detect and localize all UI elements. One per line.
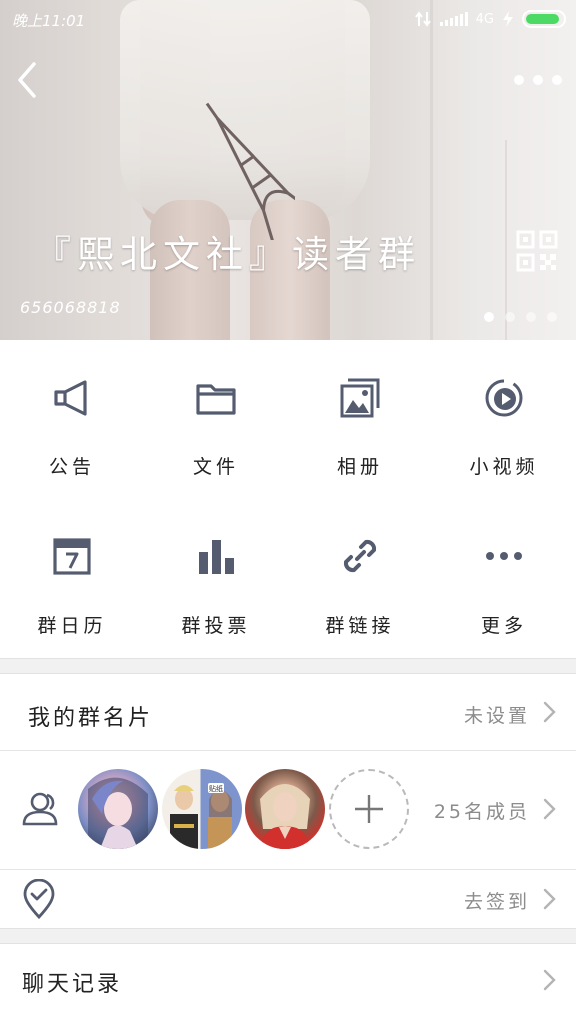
feature-group-calendar[interactable]: 群日历 <box>0 499 144 658</box>
member-avatar[interactable]: 贴纸 <box>162 769 242 849</box>
chevron-right-icon <box>543 969 556 991</box>
more-dot-icon <box>552 75 562 85</box>
status-bar: 晚上11:01 4G <box>0 0 576 40</box>
back-button[interactable] <box>10 58 50 102</box>
chevron-right-icon <box>543 888 556 910</box>
cover-overlay <box>0 0 576 340</box>
feature-label: 文件 <box>192 456 239 478</box>
member-count: 25名成员 <box>433 801 530 823</box>
carousel-dot[interactable] <box>547 312 557 322</box>
carousel-indicator[interactable] <box>484 312 557 322</box>
feature-label: 公告 <box>48 456 95 478</box>
group-cover: 晚上11:01 4G 『熙北文社』读者群 656068818 <box>0 0 576 340</box>
more-options-button[interactable] <box>514 68 562 92</box>
video-icon <box>485 379 523 417</box>
feature-grid: 公告 文件 相册 小视频 群日历 群投票 群链接 更多 <box>0 340 576 658</box>
member-avatar[interactable] <box>245 769 325 849</box>
status-icons: 4G <box>414 8 566 30</box>
group-id: 656068818 <box>20 298 121 317</box>
location-check-icon <box>23 879 55 919</box>
status-time: 晚上11:01 <box>12 12 86 30</box>
signal-icon <box>439 12 468 26</box>
group-name: 『熙北文社』读者群 <box>34 233 421 276</box>
qr-code-icon <box>516 230 558 272</box>
feature-album[interactable]: 相册 <box>288 340 432 499</box>
network-type: 4G <box>475 11 494 27</box>
feature-label: 群投票 <box>181 615 251 637</box>
check-in-row[interactable]: 去签到 <box>0 870 576 928</box>
chevron-right-icon <box>543 798 556 820</box>
feature-announcement[interactable]: 公告 <box>0 340 144 499</box>
bar-chart-icon <box>199 540 234 574</box>
row-title: 我的群名片 <box>28 706 154 731</box>
check-in-action: 去签到 <box>463 891 530 913</box>
chat-history-row[interactable]: 聊天记录 <box>0 944 576 1024</box>
chevron-left-icon <box>18 62 36 98</box>
feature-label: 更多 <box>480 615 527 637</box>
feature-label: 群日历 <box>37 615 107 637</box>
carousel-dot[interactable] <box>484 312 494 322</box>
feature-label: 相册 <box>336 456 383 478</box>
calendar-icon <box>53 538 91 575</box>
more-dot-icon <box>514 75 524 85</box>
avatar-image: 贴纸 <box>170 783 232 849</box>
carousel-dot[interactable] <box>526 312 536 322</box>
section-separator <box>0 928 576 944</box>
feature-files[interactable]: 文件 <box>144 340 288 499</box>
members-icon <box>22 792 58 826</box>
feature-label: 小视频 <box>469 456 539 478</box>
qr-code-button[interactable] <box>516 230 558 272</box>
link-icon <box>343 539 377 573</box>
member-avatar[interactable] <box>78 769 158 849</box>
avatar-image <box>259 784 311 849</box>
photo-album-icon <box>340 378 380 418</box>
row-value: 未设置 <box>463 705 530 727</box>
feature-group-link[interactable]: 群链接 <box>288 499 432 658</box>
megaphone-icon <box>54 380 87 416</box>
feature-group-vote[interactable]: 群投票 <box>144 499 288 658</box>
avatar-sticker-text: 贴纸 <box>209 784 223 793</box>
carousel-dot[interactable] <box>505 312 515 322</box>
more-dots-icon <box>486 552 522 560</box>
row-title: 聊天记录 <box>22 972 123 997</box>
more-dot-icon <box>533 75 543 85</box>
data-transfer-icon <box>414 11 431 27</box>
chevron-right-icon <box>543 701 556 723</box>
section-separator <box>0 658 576 674</box>
battery-icon <box>522 10 566 28</box>
plus-icon <box>355 795 383 823</box>
feature-label: 群链接 <box>325 615 395 637</box>
avatar-image <box>88 777 148 849</box>
feature-more[interactable]: 更多 <box>432 499 576 658</box>
my-group-card-row[interactable]: 我的群名片 未设置 <box>0 674 576 750</box>
add-member-button[interactable] <box>329 769 409 849</box>
folder-icon <box>196 384 236 415</box>
feature-short-video[interactable]: 小视频 <box>432 340 576 499</box>
charging-icon <box>503 11 513 27</box>
